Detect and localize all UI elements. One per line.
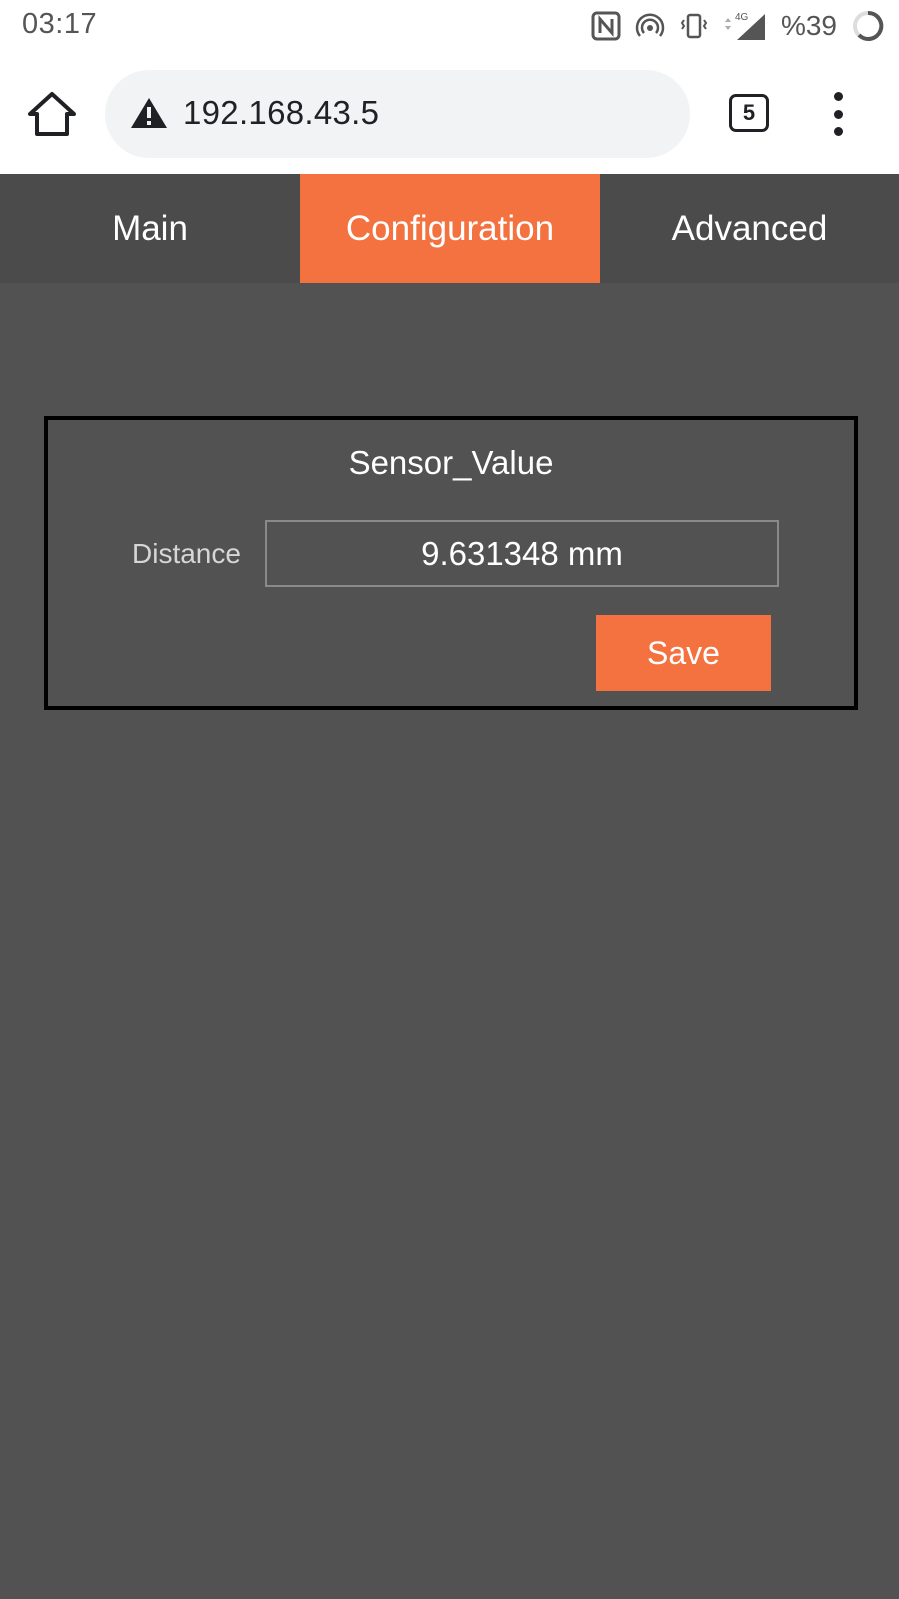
tab-switcher-button[interactable]: 5 bbox=[729, 94, 769, 132]
tab-advanced[interactable]: Advanced bbox=[600, 174, 899, 283]
nfc-icon bbox=[591, 11, 621, 41]
address-bar[interactable]: 192.168.43.5 bbox=[105, 70, 690, 158]
home-icon bbox=[28, 92, 76, 136]
menu-dot bbox=[833, 127, 843, 136]
url-text[interactable]: 192.168.43.5 bbox=[183, 94, 379, 132]
hotspot-icon bbox=[635, 11, 665, 41]
sensor-card: Sensor_Value Distance 9.631348 mm Save bbox=[44, 416, 858, 710]
save-button[interactable]: Save bbox=[596, 615, 771, 691]
tab-main[interactable]: Main bbox=[0, 174, 300, 283]
status-time: 03:17 bbox=[22, 8, 98, 40]
nav-tabs: Main Configuration Advanced bbox=[0, 174, 899, 283]
distance-field[interactable]: 9.631348 mm bbox=[265, 520, 779, 587]
browser-toolbar: 192.168.43.5 5 bbox=[0, 52, 899, 174]
menu-dot bbox=[833, 109, 843, 119]
overflow-menu-button[interactable] bbox=[826, 92, 850, 136]
network-type-text: 4G bbox=[735, 12, 749, 23]
card-title: Sensor_Value bbox=[348, 444, 554, 481]
signal-icon: 4G bbox=[723, 10, 767, 42]
battery-icon bbox=[851, 9, 885, 43]
menu-dot bbox=[833, 92, 843, 101]
status-bar: 03:17 4G %39 bbox=[0, 0, 899, 52]
status-icons: 4G %39 bbox=[591, 8, 885, 44]
vibrate-icon bbox=[679, 11, 709, 41]
home-button[interactable] bbox=[26, 90, 78, 138]
warning-icon[interactable] bbox=[129, 96, 169, 130]
distance-label: Distance bbox=[132, 538, 241, 569]
battery-percent: %39 bbox=[780, 10, 837, 41]
tab-configuration[interactable]: Configuration bbox=[300, 174, 600, 283]
